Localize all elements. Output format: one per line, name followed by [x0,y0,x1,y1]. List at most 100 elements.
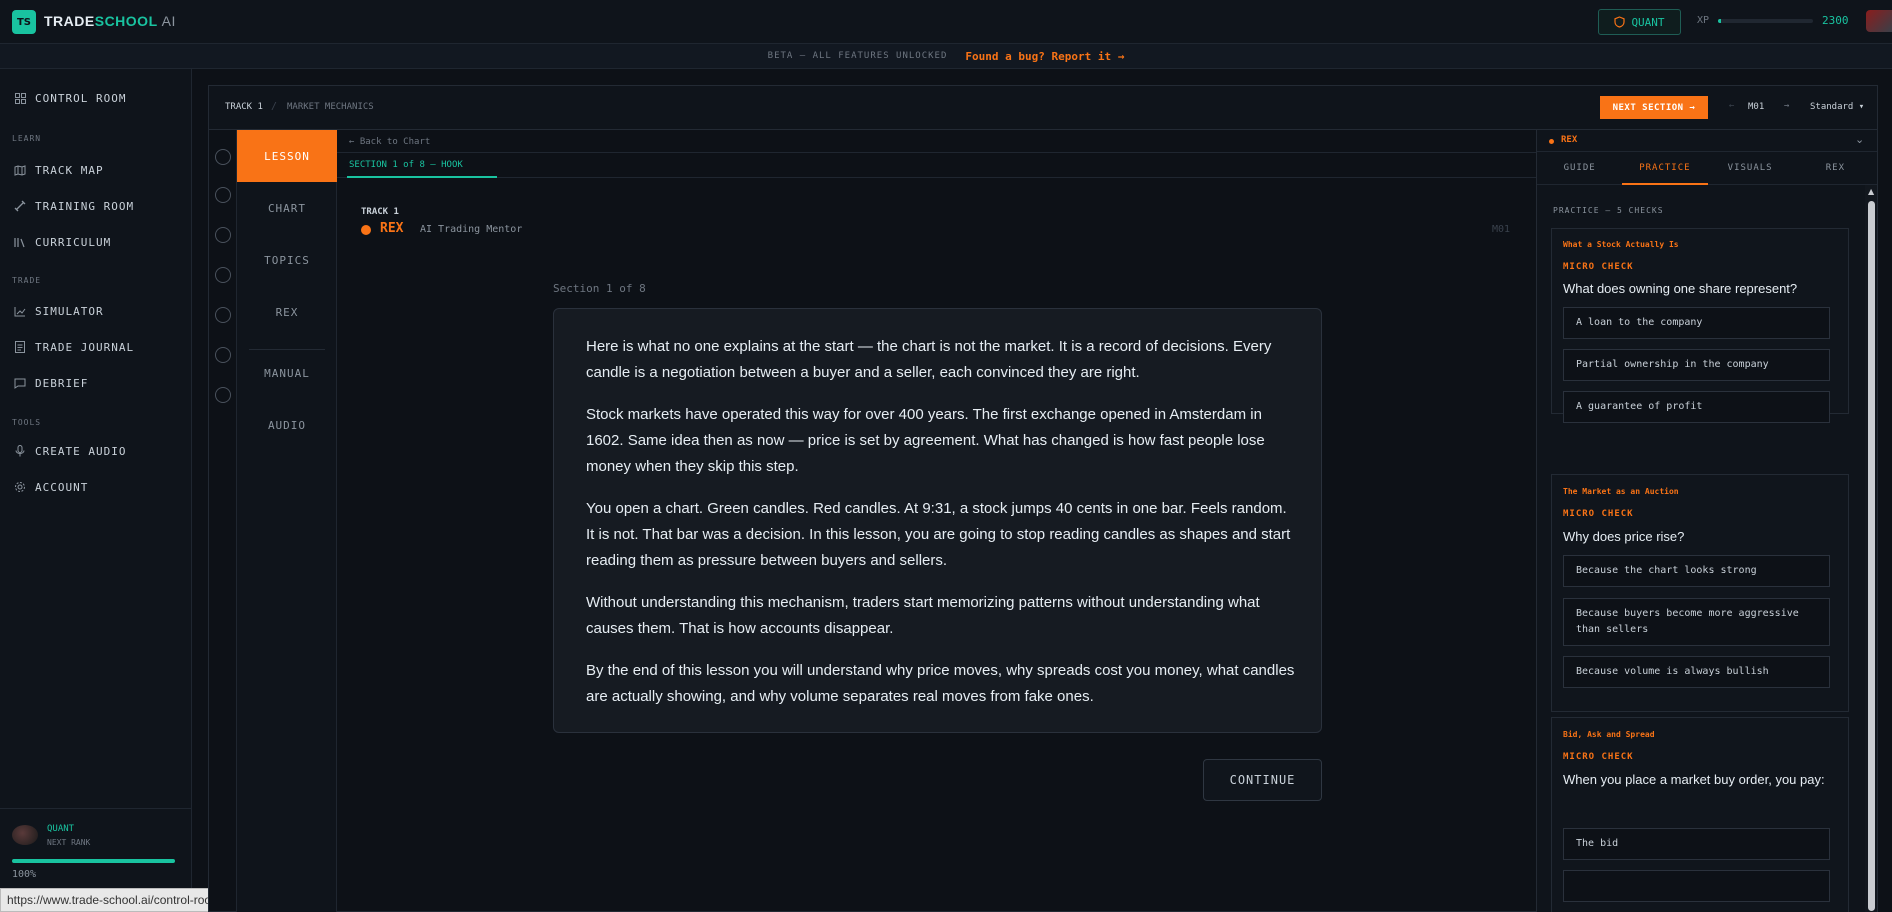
rex-panel: REX ⌄ GUIDE PRACTICE VISUALS REX PRACTIC… [1536,130,1877,912]
check-topic: Bid, Ask and Spread [1563,730,1655,739]
module-code: M01 [1748,102,1765,112]
rank-badge[interactable]: QUANT [1598,9,1681,35]
tab-manual[interactable]: MANUAL [237,347,337,399]
tab-lesson[interactable]: LESSON [237,130,337,182]
sidebar-item-trade-journal[interactable]: TRADE JOURNAL [14,337,134,357]
check-kind: MICRO CHECK [1563,262,1634,272]
brand-part-trade: TRADE [44,13,95,29]
check-topic: What a Stock Actually Is [1563,240,1679,249]
section-progress-dots [209,130,237,912]
breadcrumb-separator: / [271,101,278,112]
lesson-paragraph: Without understanding this mechanism, tr… [586,594,1260,637]
top-bar: TS TRADESCHOOL AI QUANT XP 2300 [0,0,1892,44]
tab-practice[interactable]: PRACTICE [1622,152,1708,185]
check-topic: The Market as an Auction [1563,487,1679,496]
check-option[interactable]: A loan to the company [1563,307,1830,339]
check-kind: MICRO CHECK [1563,752,1634,762]
progress-dot[interactable] [215,187,231,203]
sidebar-item-label: TRAINING ROOM [35,199,135,213]
brand-logo[interactable]: TRADESCHOOL AI [44,13,176,29]
xp-progress-fill [1718,19,1721,23]
tab-chart[interactable]: CHART [237,182,337,234]
tab-guide[interactable]: GUIDE [1537,152,1622,184]
sidebar-item-account[interactable]: ACCOUNT [14,477,88,497]
check-option[interactable]: Because volume is always bullish [1563,656,1830,688]
lesson-paragraph: You open a chart. Green candles. Red can… [586,500,1291,569]
rex-panel-scrollbar[interactable]: ▲ [1865,185,1877,912]
progress-dot[interactable] [215,267,231,283]
section-tab-underline [347,176,497,178]
scroll-up-arrow-icon[interactable]: ▲ [1868,187,1874,196]
sidebar-item-training-room[interactable]: TRAINING ROOM [14,196,134,216]
sidebar-item-label: CURRICULUM [35,235,112,249]
scrollbar-thumb[interactable] [1868,201,1875,911]
check-option[interactable]: Because the chart looks strong [1563,555,1830,587]
next-rank-label: NEXT RANK [47,838,91,847]
prev-module-arrow[interactable]: ← [1729,101,1734,111]
mentor-name: REX [380,221,404,236]
next-section-button[interactable]: NEXT SECTION → [1600,96,1708,119]
sidebar-item-label: CREATE AUDIO [35,444,127,458]
sidebar: CONTROL ROOM LEARN TRACK MAP TRAINING RO… [0,69,192,912]
lesson-tabs: LESSON CHART TOPICS REX MANUAL AUDIO [237,130,337,912]
report-bug-link[interactable]: Found a bug? Report it → [965,50,1124,63]
check-question: What does owning one share represent? [1563,281,1798,296]
breadcrumb-track[interactable]: TRACK 1 [225,102,263,112]
xp-label: XP [1697,15,1710,26]
sidebar-item-control-room[interactable]: CONTROL ROOM [14,88,126,108]
beta-banner: BETA — ALL FEATURES UNLOCKED Found a bug… [0,44,1892,69]
gear-icon [14,481,26,493]
tab-audio[interactable]: AUDIO [237,399,337,451]
nav-section-tools: TOOLS [12,418,42,427]
sidebar-item-label: CONTROL ROOM [35,91,127,105]
sidebar-item-label: TRADE JOURNAL [35,340,135,354]
section-tab-hook[interactable]: SECTION 1 of 8 — HOOK [349,160,463,170]
check-option[interactable]: The bid [1563,828,1830,860]
tab-visuals[interactable]: VISUALS [1708,152,1793,184]
lesson-paragraph: Stock markets have operated this way for… [586,406,1265,475]
tab-rex-chat[interactable]: REX [1793,152,1877,184]
mode-select[interactable]: Standard ▾ [1810,102,1864,112]
check-option[interactable]: Because buyers become more aggressive th… [1563,598,1830,646]
sidebar-item-create-audio[interactable]: CREATE AUDIO [14,441,126,461]
progress-dot[interactable] [215,387,231,403]
brand-part-ai: AI [161,13,176,29]
rex-panel-title: REX [1561,135,1578,145]
nav-section-learn: LEARN [12,134,42,143]
module-code-faded: M01 [1492,224,1511,235]
sidebar-item-curriculum[interactable]: CURRICULUM [14,232,111,252]
map-icon [14,164,26,176]
continue-button[interactable]: CONTINUE [1203,759,1322,801]
mentor-role: AI Trading Mentor [420,224,523,235]
next-module-arrow[interactable]: → [1784,101,1789,111]
nav-section-trade: TRADE [12,276,42,285]
sidebar-item-label: DEBRIEF [35,376,89,390]
micro-check-card: What a Stock Actually Is MICRO CHECK Wha… [1551,228,1849,423]
tab-topics[interactable]: TOPICS [237,234,337,286]
check-option[interactable]: A guarantee of profit [1563,391,1830,423]
progress-dot[interactable] [215,307,231,323]
user-avatar[interactable] [1866,10,1892,32]
rex-panel-header: REX ⌄ [1537,130,1877,152]
rex-status-dot [1549,139,1554,144]
tab-rex[interactable]: REX [237,286,337,338]
check-option[interactable]: Partial ownership in the company [1563,349,1830,381]
progress-dot[interactable] [215,149,231,165]
sidebar-item-simulator[interactable]: SIMULATOR [14,301,104,321]
back-to-chart-link[interactable]: ← Back to Chart [349,137,430,147]
sidebar-item-label: SIMULATOR [35,304,104,318]
current-rank: QUANT [47,824,75,834]
sidebar-item-track-map[interactable]: TRACK MAP [14,160,104,180]
rex-panel-tabs: GUIDE PRACTICE VISUALS REX [1537,152,1877,185]
lesson-frame: TRACK 1 / MARKET MECHANICS NEXT SECTION … [208,85,1878,912]
xp-progress-bar [1718,19,1813,23]
chevron-down-icon[interactable]: ⌄ [1855,133,1864,146]
check-option-partial[interactable] [1563,870,1830,902]
chat-icon [14,377,26,389]
check-question: Why does price rise? [1563,529,1685,544]
progress-dot[interactable] [215,227,231,243]
logo-badge[interactable]: TS [12,10,36,34]
rank-label: QUANT [1631,15,1665,29]
sidebar-item-debrief[interactable]: DEBRIEF [14,373,88,393]
progress-dot[interactable] [215,347,231,363]
